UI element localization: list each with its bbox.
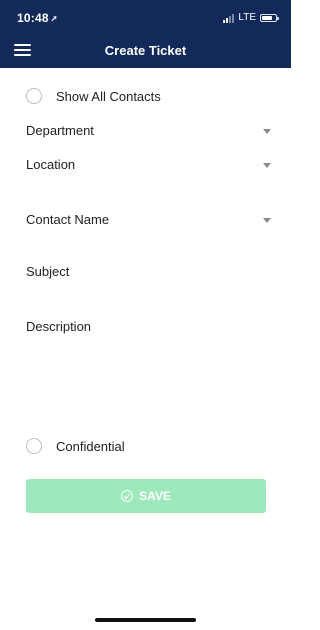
network-type: LTE	[238, 12, 256, 23]
contact-name-label: Contact Name	[26, 212, 110, 227]
home-indicator[interactable]	[95, 618, 196, 622]
save-button-label: SAVE	[139, 489, 171, 503]
save-button[interactable]: SAVE	[26, 479, 266, 513]
location-label: Location	[26, 157, 76, 172]
status-bar-indicators: LTE	[223, 12, 279, 23]
radio-button-icon[interactable]	[26, 88, 42, 104]
description-field[interactable]: Description	[26, 316, 271, 406]
department-label: Department	[26, 123, 94, 138]
radio-button-icon[interactable]	[26, 438, 42, 454]
location-dropdown[interactable]: Location	[26, 154, 271, 176]
contact-name-dropdown[interactable]: Contact Name	[26, 209, 271, 231]
signal-icon	[223, 13, 235, 23]
clock-text: 10:48	[17, 11, 49, 25]
chevron-down-icon	[263, 218, 271, 223]
chevron-down-icon	[263, 129, 271, 134]
subject-label: Subject	[26, 264, 70, 279]
chevron-down-icon	[263, 163, 271, 168]
status-bar-time: 10:48 ➚	[17, 11, 58, 25]
app-header: 10:48 ➚ LTE Create Ticket	[0, 0, 291, 68]
confidential-toggle[interactable]: Confidential	[26, 438, 125, 454]
subject-field[interactable]: Subject	[26, 261, 271, 283]
description-label: Description	[26, 319, 92, 334]
show-all-contacts-toggle[interactable]: Show All Contacts	[26, 88, 161, 104]
department-dropdown[interactable]: Department	[26, 120, 271, 142]
show-all-contacts-label: Show All Contacts	[56, 88, 161, 104]
location-arrow-icon: ➚	[50, 14, 58, 23]
battery-icon	[260, 13, 279, 22]
check-circle-icon	[121, 490, 134, 502]
confidential-label: Confidential	[56, 438, 125, 454]
page-title: Create Ticket	[104, 43, 187, 58]
